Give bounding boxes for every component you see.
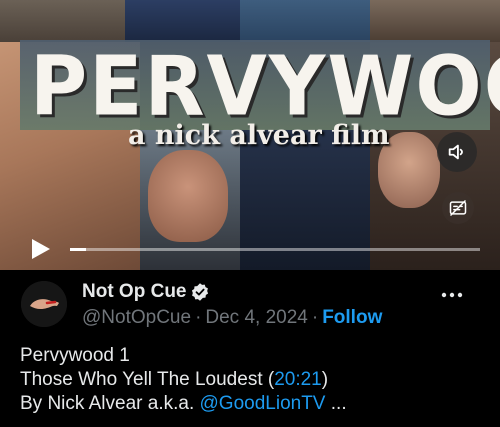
volume-button[interactable] <box>437 132 477 172</box>
avatar[interactable] <box>21 281 67 327</box>
more-dots-icon[interactable] <box>440 290 464 300</box>
play-icon[interactable] <box>30 237 52 261</box>
closed-captions-icon <box>449 199 467 217</box>
tweet-line-2-close: ) <box>321 369 329 390</box>
collage-thumb-4 <box>370 0 500 42</box>
separator-dot: · <box>195 307 202 328</box>
show-more-ellipsis[interactable]: ... <box>325 393 347 414</box>
speaker-muted-icon <box>448 144 463 160</box>
tweet-line-3: By Nick Alvear a.k.a. @GoodLionTV ... <box>20 392 347 416</box>
progress-fill <box>70 248 86 251</box>
separator-dot: · <box>311 307 319 328</box>
follow-button[interactable]: Follow <box>322 307 382 328</box>
author-name[interactable]: Not Op Cue <box>82 281 187 303</box>
progress-track[interactable] <box>70 248 480 251</box>
tweet-line-2-text: Those Who Yell The Loudest ( <box>20 369 275 390</box>
captions-button[interactable] <box>442 192 474 224</box>
author-handle[interactable]: @NotOpCue <box>82 307 191 328</box>
tweet-line-2: Those Who Yell The Loudest (20:21) <box>20 368 347 392</box>
video-subtitle: a nick alvear film <box>128 120 390 151</box>
collage-thumb-2 <box>125 0 240 42</box>
tweet-line-1: Pervywood 1 <box>20 345 130 366</box>
collage-center-face <box>148 150 228 242</box>
timestamp-link[interactable]: 20:21 <box>274 369 322 390</box>
tweet-text: Pervywood 1 Those Who Yell The Loudest (… <box>20 344 347 416</box>
mention-link[interactable]: @GoodLionTV <box>200 393 326 414</box>
tweet-line-3-text: By Nick Alvear a.k.a. <box>20 393 200 414</box>
video-player[interactable]: PERVYWOOD a nick alvear film <box>0 0 500 270</box>
collage-thumb-3 <box>240 0 370 42</box>
author-meta: @NotOpCue · Dec 4, 2024 · Follow <box>82 307 382 329</box>
avatar-image <box>21 281 67 327</box>
post-date[interactable]: Dec 4, 2024 <box>205 307 307 328</box>
verified-badge-icon <box>191 283 209 301</box>
collage-thumb-1 <box>0 0 125 42</box>
